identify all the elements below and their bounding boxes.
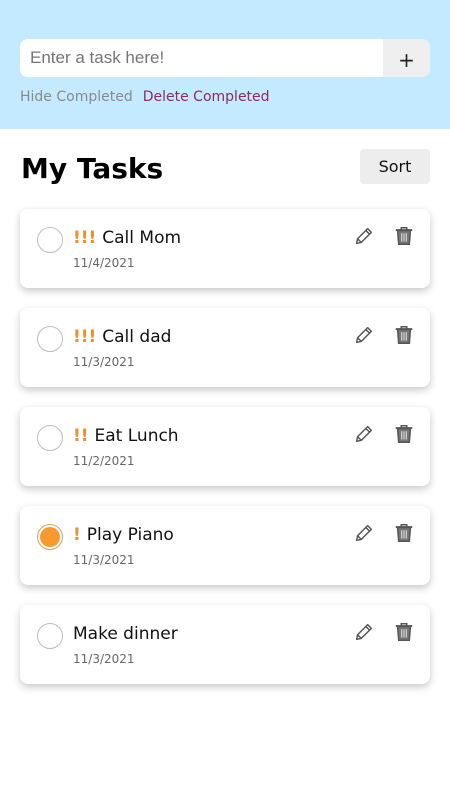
task-checkbox[interactable] (37, 326, 63, 352)
delete-completed-link[interactable]: Delete Completed (143, 89, 270, 105)
priority-marker: !! (73, 426, 89, 446)
task-card: Make dinner 11/3/2021 (20, 605, 430, 684)
task-card: !!! Call dad 11/3/2021 (20, 308, 430, 387)
priority-marker: ! (73, 525, 81, 545)
task-name: Call Mom (102, 228, 182, 248)
priority-marker: !!! (73, 327, 97, 347)
pencil-icon[interactable] (352, 224, 376, 248)
sort-button[interactable]: Sort (360, 149, 430, 184)
trash-icon[interactable] (392, 620, 416, 644)
task-date: 11/2/2021 (73, 454, 135, 468)
task-date: 11/3/2021 (73, 652, 135, 666)
new-task-row: + (20, 39, 430, 77)
filter-links: Hide Completed Delete Completed (20, 89, 270, 105)
task-date: 11/3/2021 (73, 553, 135, 567)
add-task-button[interactable]: + (383, 39, 430, 77)
task-checkbox[interactable] (37, 425, 63, 451)
task-date: 11/3/2021 (73, 355, 135, 369)
task-text: ! Play Piano (73, 525, 174, 545)
pencil-icon[interactable] (352, 422, 376, 446)
task-card: ! Play Piano 11/3/2021 (20, 506, 430, 585)
task-checkbox[interactable] (37, 524, 63, 550)
trash-icon[interactable] (392, 422, 416, 446)
trash-icon[interactable] (392, 224, 416, 248)
task-name: Eat Lunch (94, 426, 179, 446)
pencil-icon[interactable] (352, 521, 376, 545)
task-name: Call dad (102, 327, 172, 347)
task-text: !!! Call dad (73, 327, 171, 347)
pencil-icon[interactable] (352, 323, 376, 347)
task-checkbox[interactable] (37, 227, 63, 253)
task-text: Make dinner (73, 624, 178, 644)
trash-icon[interactable] (392, 521, 416, 545)
header-panel: + Hide Completed Delete Completed (0, 0, 450, 129)
pencil-icon[interactable] (352, 620, 376, 644)
trash-icon[interactable] (392, 323, 416, 347)
task-date: 11/4/2021 (73, 256, 135, 270)
task-text: !!! Call Mom (73, 228, 181, 248)
task-name: Play Piano (86, 525, 174, 545)
task-card: !! Eat Lunch 11/2/2021 (20, 407, 430, 486)
hide-completed-link[interactable]: Hide Completed (20, 89, 133, 105)
task-name: Make dinner (73, 624, 178, 644)
task-card: !!! Call Mom 11/4/2021 (20, 209, 430, 288)
priority-marker: !!! (73, 228, 97, 248)
task-checkbox[interactable] (37, 623, 63, 649)
task-input[interactable] (20, 39, 383, 77)
task-text: !! Eat Lunch (73, 426, 179, 446)
page-title: My Tasks (21, 152, 164, 185)
